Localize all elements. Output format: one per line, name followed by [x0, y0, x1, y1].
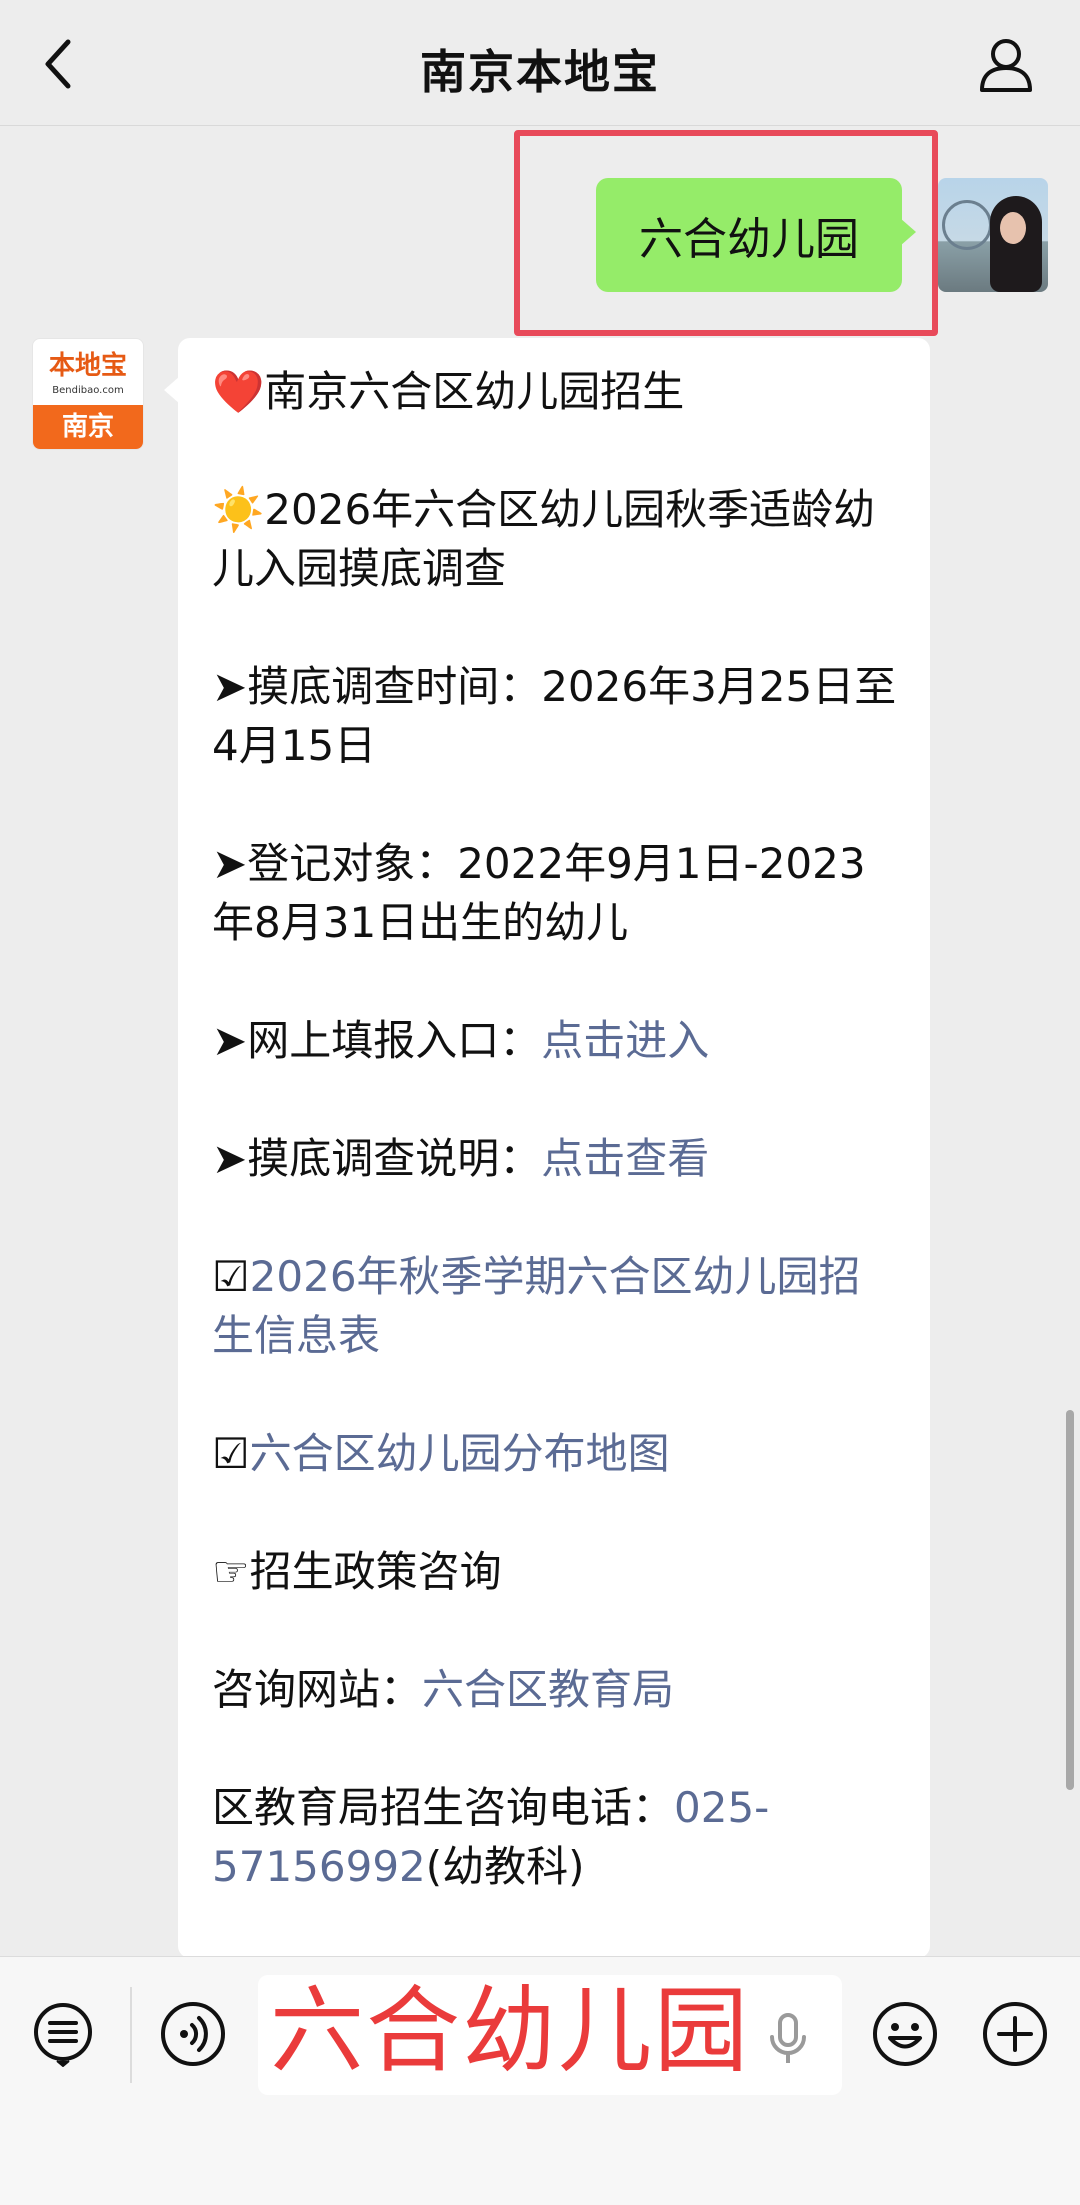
online-entry: ➤网上填报入口：点击进入	[212, 1016, 710, 1065]
consult-website: 咨询网站：六合区教育局	[212, 1665, 675, 1714]
website-link[interactable]: 六合区教育局	[422, 1665, 674, 1714]
map-item: ☑六合区幼儿园分布地图	[212, 1424, 902, 1483]
pointing-hand-icon: ☞	[212, 1547, 250, 1596]
brand-logo-url: Bendibao.com	[52, 385, 124, 396]
map-link[interactable]: 六合区幼儿园分布地图	[250, 1429, 670, 1478]
scrollbar[interactable]	[1066, 1410, 1074, 1790]
voice-icon[interactable]	[160, 2001, 226, 2067]
survey-explain: ➤摸底调查说明：点击查看	[212, 1134, 710, 1183]
brand-logo-text: 本地宝	[48, 351, 127, 381]
message-title: ❤️南京六合区幼儿园招生	[212, 367, 685, 416]
survey-time: ➤摸底调查时间：2026年3月25日至4月15日	[212, 662, 897, 770]
input-bar: 六合幼儿园	[0, 1956, 1080, 2205]
plus-icon[interactable]	[982, 2001, 1048, 2067]
outgoing-message-bubble[interactable]: 六合幼儿园	[596, 178, 916, 292]
sun-icon: ☀️	[212, 485, 265, 534]
survey-target: ➤登记对象：2022年9月1日-2023年8月31日出生的幼儿	[212, 839, 866, 947]
checkbox-icon: ☑	[212, 1252, 250, 1301]
consult-phone: 区教育局招生咨询电话：025-57156992(幼教科)	[212, 1783, 770, 1891]
list-menu-icon[interactable]	[30, 2001, 96, 2067]
emoji-icon[interactable]	[872, 2001, 938, 2067]
survey-explain-link[interactable]: 点击查看	[541, 1134, 709, 1183]
brand-avatar[interactable]: 本地宝 Bendibao.com 南京	[32, 338, 144, 450]
online-entry-link[interactable]: 点击进入	[541, 1016, 709, 1065]
ferris-wheel-shape	[942, 200, 992, 250]
outgoing-message-text: 六合幼儿园	[639, 214, 859, 265]
policy-heading: ☞招生政策咨询	[212, 1547, 502, 1596]
heart-icon: ❤️	[212, 367, 265, 416]
avatar-face-shape	[1000, 212, 1026, 244]
survey-heading: ☀️2026年六合区幼儿园秋季适龄幼儿入园摸底调查	[212, 485, 876, 593]
message-input-value: 六合幼儿园	[270, 1977, 751, 2086]
checkbox-icon: ☑	[212, 1429, 250, 1478]
my-avatar[interactable]	[938, 178, 1048, 292]
chat-title: 南京本地宝	[420, 45, 660, 99]
info-table-item: ☑2026年秋季学期六合区幼儿园招生信息表	[212, 1247, 902, 1365]
brand-logo-city: 南京	[33, 405, 143, 449]
message-content: ❤️南京六合区幼儿园招生 ☀️2026年六合区幼儿园秋季适龄幼儿入园摸底调查 ➤…	[212, 362, 902, 1955]
info-table-link[interactable]: 2026年秋季学期六合区幼儿园招生信息表	[212, 1252, 861, 1360]
message-input[interactable]: 六合幼儿园	[258, 1975, 842, 2095]
divider	[130, 1987, 132, 2083]
person-icon[interactable]	[976, 34, 1036, 94]
incoming-message-bubble: ❤️南京六合区幼儿园招生 ☀️2026年六合区幼儿园秋季适龄幼儿入园摸底调查 ➤…	[164, 338, 930, 1958]
avatar-hair-shape	[990, 196, 1042, 292]
microphone-icon[interactable]	[768, 2013, 808, 2065]
chat-header: 南京本地宝	[0, 0, 1080, 126]
